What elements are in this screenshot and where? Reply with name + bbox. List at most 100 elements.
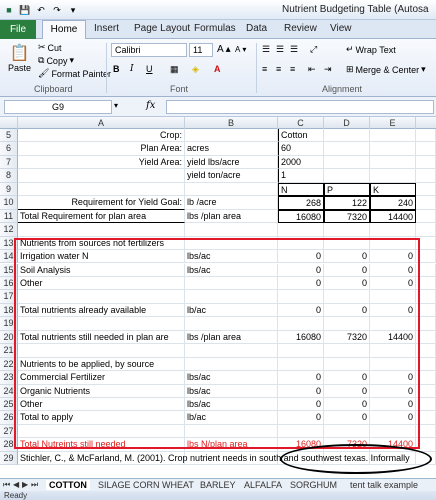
row-header[interactable]: 25: [0, 398, 18, 412]
insert-function-icon[interactable]: fx: [146, 100, 155, 111]
fill-color-button[interactable]: ◈: [192, 64, 199, 75]
chevron-down-icon[interactable]: ▾: [114, 101, 118, 110]
cell-a[interactable]: Nutrients to be applied, by source: [18, 357, 185, 372]
align-middle-button[interactable]: ☰: [276, 44, 284, 55]
sheet-tab-tent-talk-example[interactable]: tent talk example: [350, 480, 418, 490]
row-header[interactable]: 15: [0, 263, 18, 277]
sheet-tab-silage-corn[interactable]: SILAGE CORN: [98, 480, 160, 490]
cell-f[interactable]: [416, 236, 436, 251]
cell-f[interactable]: [416, 209, 436, 224]
align-top-button[interactable]: ☰: [262, 44, 270, 55]
tab-view[interactable]: View: [330, 23, 352, 34]
sheet-tab-alfalfa[interactable]: ALFALFA: [244, 480, 282, 490]
cell-a[interactable]: Total Nutreints still needed: [18, 438, 185, 452]
cell-a[interactable]: [18, 223, 185, 237]
orientation-button[interactable]: ⤢: [310, 44, 317, 55]
cell-e[interactable]: K: [370, 182, 416, 197]
cell-a[interactable]: [18, 424, 185, 439]
cell-d[interactable]: [324, 357, 370, 372]
column-header-f[interactable]: [416, 117, 436, 129]
cell-e[interactable]: 0: [370, 303, 416, 318]
row-header[interactable]: 20: [0, 330, 18, 345]
copy-button[interactable]: ⧉ Copy ▾: [38, 55, 74, 66]
cell-f[interactable]: [416, 424, 436, 439]
cell-c[interactable]: [278, 344, 324, 358]
cell-b[interactable]: [185, 276, 278, 291]
align-center-button[interactable]: ≡: [276, 64, 281, 74]
font-name-select[interactable]: Calibri: [111, 43, 187, 57]
cell-c[interactable]: 16080: [278, 209, 324, 224]
cell-b[interactable]: lb /acre: [185, 196, 278, 210]
cell-b[interactable]: lbs /plan area: [185, 209, 278, 224]
merge-center-button[interactable]: ⊞ Merge & Center ▾: [346, 64, 426, 75]
cell-e[interactable]: 0: [370, 276, 416, 291]
cell-b[interactable]: lbs/ac: [185, 384, 278, 398]
wrap-text-button[interactable]: ↵ Wrap Text: [346, 44, 396, 55]
cell-b[interactable]: [185, 290, 278, 304]
align-bottom-button[interactable]: ☰: [290, 44, 298, 55]
row-header[interactable]: 5: [0, 129, 18, 143]
cell-e[interactable]: [370, 169, 416, 183]
cell-f[interactable]: [416, 384, 436, 398]
row-header[interactable]: 16: [0, 276, 18, 291]
cell-f[interactable]: [416, 303, 436, 318]
cell-a[interactable]: [18, 317, 185, 331]
cell-b[interactable]: [185, 424, 278, 439]
cell-d[interactable]: 0: [324, 371, 370, 385]
cell-d[interactable]: [324, 236, 370, 251]
cell-c[interactable]: 0: [278, 398, 324, 412]
cell-d[interactable]: 0: [324, 276, 370, 291]
cell-d[interactable]: [324, 129, 370, 143]
cell-c[interactable]: 16080: [278, 438, 324, 452]
cell-d[interactable]: 7320: [324, 330, 370, 345]
cell-a[interactable]: Total to apply: [18, 411, 185, 425]
redo-icon[interactable]: ↷: [50, 3, 64, 17]
row-header[interactable]: 19: [0, 317, 18, 331]
cell-f[interactable]: [416, 223, 436, 237]
row-header[interactable]: 12: [0, 223, 18, 237]
column-header-a[interactable]: A: [18, 117, 185, 129]
cell-d[interactable]: [324, 142, 370, 156]
cell-e[interactable]: 0: [370, 384, 416, 398]
cell-b[interactable]: yield lbs/acre: [185, 155, 278, 170]
sheet-tab-sorghum[interactable]: SORGHUM: [290, 480, 337, 490]
cell-b[interactable]: lbs/ac: [185, 263, 278, 277]
cell-b[interactable]: lbs/ac: [185, 250, 278, 264]
cell-c[interactable]: 0: [278, 371, 324, 385]
row-header[interactable]: 26: [0, 411, 18, 425]
underline-button[interactable]: U: [146, 64, 153, 74]
cell-a[interactable]: Soil Analysis: [18, 263, 185, 277]
cell-a[interactable]: Irrigation water N: [18, 250, 185, 264]
prev-sheet-icon[interactable]: ◀: [13, 480, 19, 489]
grow-font-button[interactable]: A ▴: [217, 44, 231, 55]
row-header[interactable]: 6: [0, 142, 18, 156]
cell-c[interactable]: 60: [278, 142, 324, 156]
customize-quick-access-icon[interactable]: ▾: [66, 3, 80, 17]
borders-button[interactable]: ▦: [170, 64, 179, 75]
cell-b[interactable]: lbs/ac: [185, 371, 278, 385]
cell-b[interactable]: lb/ac: [185, 303, 278, 318]
cell-b[interactable]: [185, 357, 278, 372]
cell-b[interactable]: [185, 182, 278, 197]
cell-f[interactable]: [416, 182, 436, 197]
cell-e[interactable]: [370, 290, 416, 304]
paste-button[interactable]: 📋 Paste: [8, 43, 31, 73]
format-painter-button[interactable]: 🖌 Format Painter: [38, 68, 111, 79]
cell-d[interactable]: 7320: [324, 438, 370, 452]
tab-file[interactable]: File: [0, 20, 36, 39]
cell-d[interactable]: [324, 290, 370, 304]
cell-e[interactable]: 0: [370, 263, 416, 277]
cell-c[interactable]: N: [278, 182, 324, 197]
cell-f[interactable]: [416, 438, 436, 452]
cell-a[interactable]: Total nutrients already available: [18, 303, 185, 318]
row-header[interactable]: 14: [0, 250, 18, 264]
cell-b[interactable]: lb/ac: [185, 411, 278, 425]
cell-a[interactable]: Total Requirement for plan area: [18, 209, 185, 224]
cell-b[interactable]: [185, 223, 278, 237]
cell-c[interactable]: 1: [278, 169, 324, 183]
cell-d[interactable]: [324, 169, 370, 183]
cell-f[interactable]: [416, 398, 436, 412]
cell-f[interactable]: [416, 196, 436, 210]
font-size-select[interactable]: 11: [189, 43, 213, 57]
cell-c[interactable]: 0: [278, 276, 324, 291]
